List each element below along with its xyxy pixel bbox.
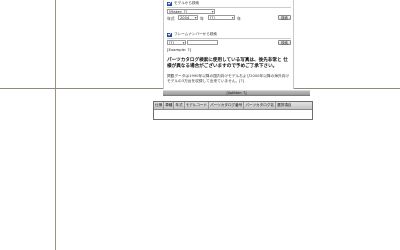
column-header-model-code[interactable]: モデルコード [185, 102, 210, 109]
checkmark-icon [167, 32, 172, 37]
checkmark-icon [167, 1, 172, 6]
maker-select[interactable]: [Maker: ?] [167, 9, 215, 14]
column-header-year[interactable]: 年式 [174, 102, 185, 109]
year-range-select[interactable]: [?] [208, 15, 235, 20]
column-header-model[interactable]: 車種 [164, 102, 175, 109]
notice-body: 掲載データは1990年以降の国内向けモデルおよび2000年以降の海外向けモデルの… [167, 74, 290, 83]
year-select[interactable]: 2004 [178, 15, 198, 20]
frame-search-title: フレームナンバーから検索 [174, 32, 218, 36]
column-header-spec[interactable]: 仕様 [154, 102, 165, 109]
search-panel: モデルから検索 [Maker: ?] 年式 2004 年 [?] 年 検索 フレ… [163, 0, 294, 89]
year-unit-label: 年 [200, 16, 204, 21]
column-header-catalog-name[interactable]: パーツカタログ名 [244, 102, 277, 109]
frame-search-button[interactable]: 検索 [278, 40, 291, 45]
frame-number-input[interactable] [187, 40, 218, 45]
model-search-button[interactable]: 検索 [278, 15, 291, 20]
splitter-toggle-bar[interactable]: [Splitter: ?] [163, 90, 310, 96]
frame-search-rule [167, 38, 291, 39]
column-header-selection[interactable]: 選択項目 [276, 102, 292, 109]
year-label: 年式 [167, 16, 175, 21]
model-search-rule [167, 7, 291, 8]
notice-heading: パーツカタログ検索に使用している写真は、後先非常と 仕様が異なる場合がございます… [167, 58, 288, 69]
left-pane-divider[interactable] [55, 0, 56, 250]
left-pane [0, 0, 55, 250]
model-search-title: モデルから検索 [174, 1, 200, 5]
results-table: 仕様 車種 年式 モデルコード パーツカタログ番号 パーツカタログ名 選択項目 [153, 101, 313, 120]
frame-example-text: [Example: ?] [167, 47, 191, 52]
frame-type-select[interactable]: [?] [167, 40, 186, 45]
column-header-catalog-number[interactable]: パーツカタログ番号 [209, 102, 245, 109]
range-unit-label: 年 [237, 16, 241, 21]
model-search-heading: モデルから検索 [167, 1, 199, 6]
results-table-header: 仕様 車種 年式 モデルコード パーツカタログ番号 パーツカタログ名 選択項目 [154, 102, 312, 110]
frame-search-heading: フレームナンバーから検索 [167, 32, 217, 37]
